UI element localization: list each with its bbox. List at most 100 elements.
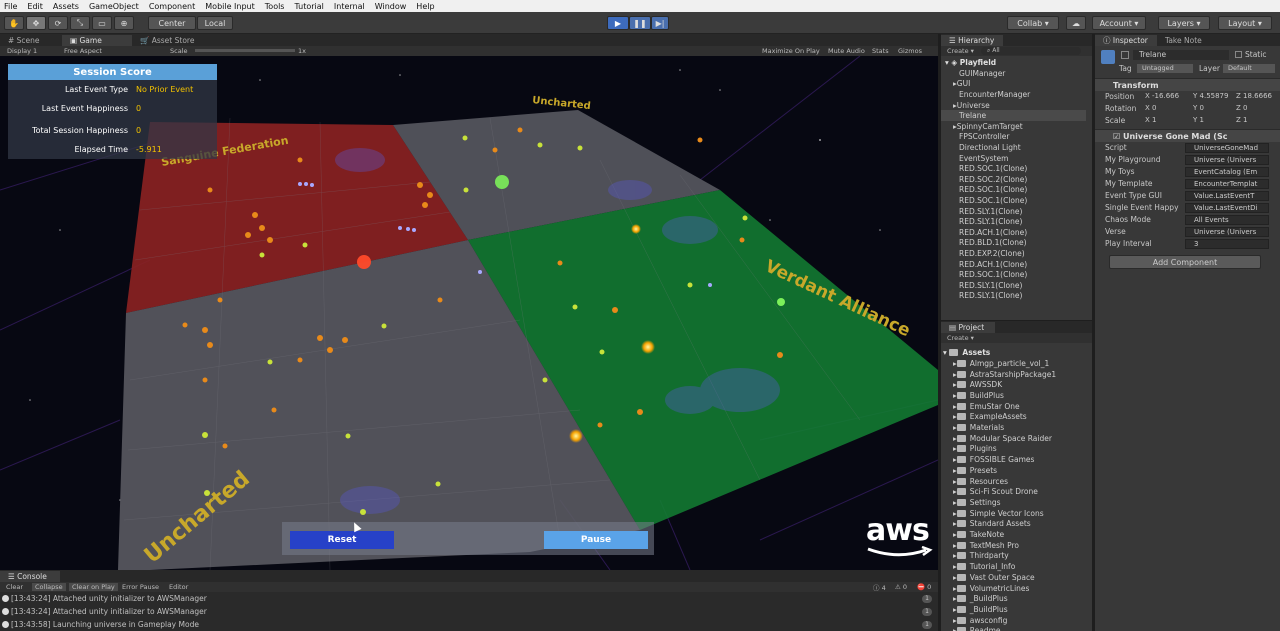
project-folder-item[interactable]: ▸ TakeNote xyxy=(941,529,1092,540)
transform-component-header[interactable]: Transform xyxy=(1095,78,1280,91)
project-folder-item[interactable]: ▸ _BuildPlus xyxy=(941,604,1092,615)
hierarchy-item[interactable]: RED.SLY.1(Clone) xyxy=(941,280,1086,291)
cloud-icon[interactable]: ☁ xyxy=(1066,16,1086,30)
menu-item[interactable]: Edit xyxy=(27,2,43,11)
hierarchy-item[interactable]: RED.SOC.2(Clone) xyxy=(941,174,1086,185)
hierarchy-scene-root[interactable]: ▾ ◈ Playfield xyxy=(941,57,1086,68)
project-folder-item[interactable]: ▸ Materials xyxy=(941,422,1092,433)
console-error-pause-button[interactable]: Error Pause xyxy=(122,583,159,591)
rotation-x-field[interactable]: X 0 xyxy=(1145,104,1157,112)
menu-item[interactable]: Assets xyxy=(53,2,79,11)
collab-button[interactable]: Collab ▾ xyxy=(1007,16,1059,30)
stats-toggle[interactable]: Stats xyxy=(872,47,889,55)
project-folder-item[interactable]: ▸ Settings xyxy=(941,497,1092,508)
project-folder-item[interactable]: ▸ AstraStarshipPackage1 xyxy=(941,369,1092,380)
scale-z-field[interactable]: Z 1 xyxy=(1236,116,1248,124)
rotation-z-field[interactable]: Z 0 xyxy=(1236,104,1248,112)
hierarchy-item[interactable]: RED.ACH.1(Clone) xyxy=(941,227,1086,238)
menu-item[interactable]: Window xyxy=(375,2,407,11)
project-folder-item[interactable]: ▸ Simple Vector Icons xyxy=(941,508,1092,519)
menu-item[interactable]: File xyxy=(4,2,17,11)
maximize-on-play-toggle[interactable]: Maximize On Play xyxy=(762,47,820,55)
layout-dropdown[interactable]: Layout ▾ xyxy=(1218,16,1272,30)
project-folder-item[interactable]: ▸ ExampleAssets xyxy=(941,412,1092,423)
add-component-button[interactable]: Add Component xyxy=(1109,255,1261,269)
project-folder-item[interactable]: ▸ Tutorial_Info xyxy=(941,561,1092,572)
inspector-field-value[interactable]: UniverseGoneMad xyxy=(1185,143,1269,153)
project-folder-item[interactable]: ▸ Almgp_particle_vol_1 xyxy=(941,358,1092,369)
display-dropdown[interactable]: Display 1 xyxy=(7,47,37,55)
aspect-dropdown[interactable]: Free Aspect xyxy=(64,47,102,55)
hierarchy-item[interactable]: EventSystem xyxy=(941,153,1086,164)
menu-item[interactable]: Tools xyxy=(265,2,285,11)
rotate-tool-icon[interactable]: ⟳ xyxy=(48,16,68,30)
project-folder-item[interactable]: ▸ Plugins xyxy=(941,444,1092,455)
layer-dropdown[interactable]: Default xyxy=(1223,64,1275,73)
move-tool-icon[interactable]: ✥ xyxy=(26,16,46,30)
inspector-field-value[interactable]: Value.LastEventT xyxy=(1185,191,1269,201)
menu-item[interactable]: Mobile Input xyxy=(205,2,255,11)
menu-item[interactable]: GameObject xyxy=(89,2,139,11)
project-folder-item[interactable]: ▸ Sci-Fi Scout Drone xyxy=(941,486,1092,497)
hierarchy-item[interactable]: Directional Light xyxy=(941,142,1086,153)
tab-hierarchy[interactable]: ☰ Hierarchy xyxy=(941,35,1003,46)
hierarchy-item[interactable]: RED.EXP.2(Clone) xyxy=(941,248,1086,259)
project-folder-item[interactable]: ▸ Resources xyxy=(941,476,1092,487)
scale-y-field[interactable]: Y 1 xyxy=(1193,116,1204,124)
menu-item[interactable]: Component xyxy=(149,2,195,11)
console-editor-dropdown[interactable]: Editor xyxy=(169,583,188,591)
inspector-field-value[interactable]: EventCatalog (Em xyxy=(1185,167,1269,177)
static-checkbox[interactable] xyxy=(1235,51,1242,58)
active-checkbox[interactable] xyxy=(1121,51,1129,59)
hierarchy-item[interactable]: EncounterManager xyxy=(941,89,1086,100)
hierarchy-search-input[interactable]: ⌕ All xyxy=(981,47,1081,55)
menu-item[interactable]: Tutorial xyxy=(294,2,323,11)
transform-tool-icon[interactable]: ⊕ xyxy=(114,16,134,30)
object-name-field[interactable]: Trelane xyxy=(1133,50,1229,60)
project-folder-item[interactable]: ▸ FOSSIBLE Games xyxy=(941,454,1092,465)
console-collapse-button[interactable]: Collapse xyxy=(32,583,66,591)
inspector-field-value[interactable]: 3 xyxy=(1185,239,1269,249)
tab-take-note[interactable]: Take Note xyxy=(1157,35,1213,46)
project-folder-item[interactable]: ▸ VolumetricLines xyxy=(941,583,1092,594)
gizmos-toggle[interactable]: Gizmos xyxy=(898,47,922,55)
rect-tool-icon[interactable]: ▭ xyxy=(92,16,112,30)
project-folder-item[interactable]: ▸ Modular Space Raider xyxy=(941,433,1092,444)
hierarchy-create-dropdown[interactable]: Create ▾ xyxy=(947,47,974,55)
layers-dropdown[interactable]: Layers ▾ xyxy=(1158,16,1210,30)
hierarchy-item[interactable]: RED.ACH.1(Clone) xyxy=(941,259,1086,270)
project-folder-item[interactable]: ▸ EmuStar One xyxy=(941,401,1092,412)
hierarchy-item[interactable]: RED.SOC.1(Clone) xyxy=(941,185,1086,196)
console-error-count[interactable]: ⛔ 0 xyxy=(917,583,931,591)
hierarchy-item[interactable]: RED.SLY.1(Clone) xyxy=(941,206,1086,217)
tab-project[interactable]: ▤ Project xyxy=(941,322,995,333)
hierarchy-item[interactable]: RED.SOC.1(Clone) xyxy=(941,163,1086,174)
console-clear-on-play-button[interactable]: Clear on Play xyxy=(69,583,118,591)
position-x-field[interactable]: X -16.666 xyxy=(1145,92,1179,100)
pivot-local-button[interactable]: Local xyxy=(197,16,233,30)
menu-item[interactable]: Help xyxy=(416,2,434,11)
scale-x-field[interactable]: X 1 xyxy=(1145,116,1157,124)
mute-audio-toggle[interactable]: Mute Audio xyxy=(828,47,865,55)
console-warning-count[interactable]: ⚠ 0 xyxy=(895,583,907,591)
tab-scene[interactable]: # Scene xyxy=(0,35,62,46)
project-assets-root[interactable]: ▾ Assets xyxy=(941,347,1092,358)
project-folder-item[interactable]: ▸ TextMesh Pro xyxy=(941,540,1092,551)
tag-dropdown[interactable]: Untagged xyxy=(1137,64,1193,73)
project-folder-item[interactable]: ▸ _BuildPlus xyxy=(941,593,1092,604)
pause-icon[interactable]: ❚❚ xyxy=(629,16,651,30)
rotation-y-field[interactable]: Y 0 xyxy=(1193,104,1204,112)
project-folder-item[interactable]: ▸ Standard Assets xyxy=(941,519,1092,530)
play-icon[interactable]: ▶ xyxy=(607,16,629,30)
project-folder-item[interactable]: ▸ Vast Outer Space xyxy=(941,572,1092,583)
tab-inspector[interactable]: ⓘ Inspector xyxy=(1095,35,1157,46)
hierarchy-item[interactable]: RED.SLY.1(Clone) xyxy=(941,291,1086,302)
inspector-field-value[interactable]: Universe (Univers xyxy=(1185,155,1269,165)
project-folder-item[interactable]: ▸ BuildPlus xyxy=(941,390,1092,401)
reset-button[interactable]: Reset xyxy=(290,531,394,549)
hierarchy-item[interactable]: GUIManager xyxy=(941,68,1086,79)
inspector-field-value[interactable]: EncounterTemplat xyxy=(1185,179,1269,189)
log-line[interactable]: [13:43:24] Attached unity initializer to… xyxy=(0,606,938,617)
project-folder-item[interactable]: ▸ AWSSDK xyxy=(941,379,1092,390)
hierarchy-item[interactable]: RED.SOC.1(Clone) xyxy=(941,269,1086,280)
